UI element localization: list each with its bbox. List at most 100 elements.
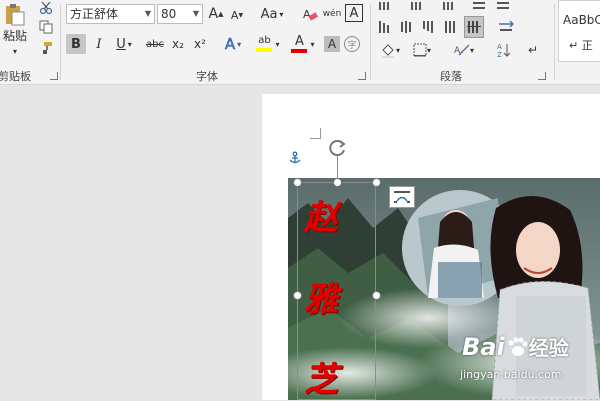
paragraph-mark-icon: ↵ bbox=[527, 43, 539, 57]
resize-handle-right[interactable] bbox=[372, 291, 381, 300]
subscript-icon: x₂ bbox=[172, 37, 184, 51]
rotate-handle[interactable] bbox=[328, 138, 348, 161]
watermark-jingyan: 经验 bbox=[528, 336, 569, 360]
font-color-label: A bbox=[295, 33, 304, 49]
highlighter-icon: ab bbox=[256, 35, 273, 52]
styles-gallery-item[interactable]: AaBbC ↵ 正 bbox=[558, 0, 600, 62]
layout-options-button[interactable] bbox=[389, 186, 415, 208]
font-size-value: 80 bbox=[161, 7, 177, 21]
justify-button[interactable] bbox=[442, 18, 460, 36]
justify-icon bbox=[445, 21, 455, 33]
numbering-button[interactable] bbox=[408, 0, 428, 12]
highlight-label: ab bbox=[258, 35, 271, 46]
watermark-url: jingyan.baidu.com bbox=[460, 368, 562, 381]
font-name-combo[interactable]: 方正舒体 ▼ bbox=[66, 4, 155, 24]
align-left-button[interactable] bbox=[376, 18, 394, 36]
paste-dropdown[interactable]: ▾ bbox=[8, 46, 22, 56]
cut-button[interactable] bbox=[36, 0, 56, 16]
align-center-button[interactable] bbox=[398, 18, 416, 36]
bullets-icon bbox=[379, 2, 389, 10]
text-box-frame[interactable] bbox=[297, 182, 376, 400]
bold-icon: B bbox=[71, 36, 81, 52]
paste-label: 粘贴 bbox=[2, 28, 27, 43]
character-shading-button[interactable]: A bbox=[324, 36, 340, 52]
grow-font-button[interactable]: A ▲ bbox=[207, 4, 225, 24]
clipboard-group-label: 剪贴板 bbox=[0, 70, 31, 83]
italic-icon: I bbox=[96, 36, 102, 52]
grow-font-icon: A bbox=[208, 6, 219, 22]
superscript-icon: x² bbox=[194, 37, 206, 51]
font-color-icon: A bbox=[291, 33, 308, 53]
copy-button[interactable] bbox=[36, 18, 56, 36]
text-direction-icon bbox=[499, 20, 514, 31]
paste-button[interactable]: 粘贴 bbox=[0, 0, 30, 46]
resize-handle-top-right[interactable] bbox=[372, 178, 381, 187]
highlight-color-swatch bbox=[256, 48, 273, 52]
clipboard-dialog-launcher[interactable] bbox=[50, 72, 58, 80]
clear-formatting-button[interactable]: A bbox=[300, 4, 320, 24]
font-color-swatch bbox=[291, 48, 308, 53]
watermark-bai: Bai bbox=[462, 332, 505, 361]
borders-button[interactable]: ▾ bbox=[408, 40, 436, 60]
bullets-button[interactable] bbox=[376, 0, 396, 12]
italic-button[interactable]: I bbox=[90, 34, 108, 54]
underline-button[interactable]: U ▾ bbox=[112, 34, 136, 54]
phonetic-guide-button[interactable]: wén bbox=[322, 4, 342, 24]
font-group-label: 字体 bbox=[196, 70, 218, 83]
shrink-font-button[interactable]: A ▼ bbox=[229, 6, 245, 24]
distributed-icon bbox=[467, 21, 481, 33]
resize-handle-top[interactable] bbox=[333, 178, 342, 187]
resize-handle-left[interactable] bbox=[293, 291, 302, 300]
character-border-icon: A bbox=[349, 5, 359, 21]
shrink-font-icon: A bbox=[230, 8, 239, 22]
font-size-combo[interactable]: 80 ▼ bbox=[157, 4, 203, 24]
paste-icon bbox=[6, 3, 25, 25]
sort-button[interactable]: AZ bbox=[494, 40, 514, 60]
superscript-button[interactable]: x² bbox=[190, 34, 210, 54]
numbering-icon bbox=[411, 2, 421, 10]
text-direction-button[interactable] bbox=[494, 18, 518, 36]
font-dialog-launcher[interactable] bbox=[358, 72, 366, 80]
eraser-icon: A bbox=[303, 8, 318, 21]
format-painter-icon bbox=[43, 42, 52, 54]
baidu-watermark: Bai 经验 bbox=[462, 332, 569, 361]
align-right-button[interactable] bbox=[420, 18, 438, 36]
paragraph-dialog-launcher[interactable] bbox=[538, 72, 546, 80]
chevron-down-icon: ▼ bbox=[192, 9, 199, 18]
resize-handle-top-left[interactable] bbox=[293, 178, 302, 187]
change-case-button[interactable]: Aa ▾ bbox=[256, 4, 288, 24]
subscript-button[interactable]: x₂ bbox=[168, 34, 188, 54]
font-color-button[interactable]: A ▾ bbox=[288, 34, 318, 54]
asian-layout-icon: A bbox=[454, 44, 470, 56]
shading-button[interactable]: ▾ bbox=[376, 40, 404, 60]
chevron-down-icon: ▼ bbox=[144, 9, 151, 18]
borders-icon bbox=[413, 43, 427, 57]
decrease-indent-button[interactable] bbox=[470, 0, 488, 12]
text-wrap-icon bbox=[394, 191, 410, 203]
margin-corner-mark bbox=[310, 128, 321, 139]
enclose-characters-button[interactable]: 字 bbox=[344, 36, 360, 52]
paint-bucket-icon bbox=[381, 44, 394, 58]
font-name-value: 方正舒体 bbox=[70, 7, 119, 21]
align-right-icon bbox=[423, 21, 433, 33]
strikethrough-button[interactable]: abc bbox=[144, 34, 166, 54]
bold-button[interactable]: B bbox=[66, 34, 86, 54]
paragraph-group-label: 段落 bbox=[440, 70, 462, 83]
text-effects-button[interactable]: A ▾ bbox=[220, 34, 246, 54]
character-shading-icon: A bbox=[327, 37, 337, 51]
format-painter-button[interactable] bbox=[36, 38, 56, 58]
group-divider bbox=[60, 4, 61, 80]
highlight-color-button[interactable]: ab ▾ bbox=[252, 34, 284, 54]
decrease-indent-icon bbox=[473, 2, 485, 9]
character-border-button[interactable]: A bbox=[345, 4, 363, 22]
show-marks-button[interactable]: ↵ bbox=[524, 40, 542, 60]
copy-icon bbox=[39, 20, 53, 34]
multilevel-list-button[interactable] bbox=[440, 0, 460, 12]
phonetic-guide-icon: wén bbox=[322, 9, 342, 19]
distributed-button[interactable] bbox=[464, 16, 484, 38]
anchor-icon bbox=[288, 151, 302, 168]
underline-icon: U bbox=[116, 36, 126, 52]
increase-indent-button[interactable] bbox=[494, 0, 512, 12]
change-case-icon: Aa bbox=[260, 6, 278, 22]
asian-layout-button[interactable]: A ▾ bbox=[450, 40, 478, 60]
